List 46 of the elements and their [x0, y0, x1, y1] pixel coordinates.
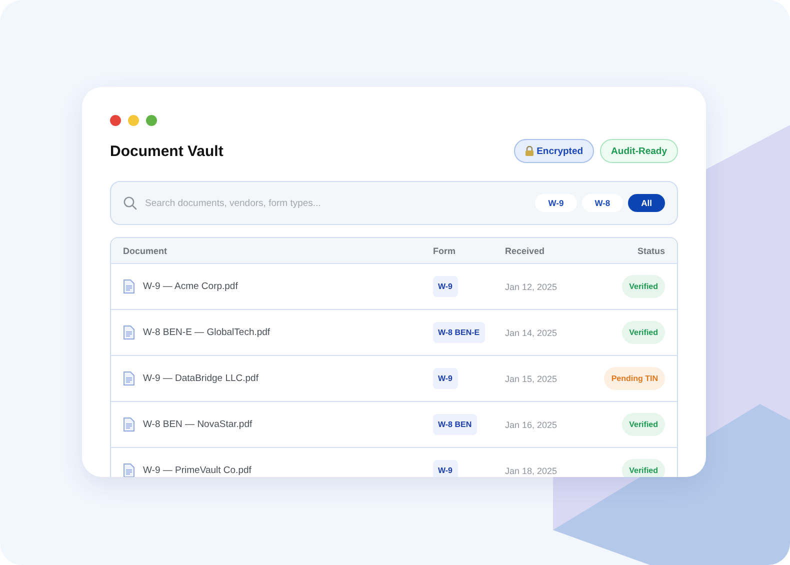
- status-pill: Verified: [622, 321, 665, 344]
- lock-icon: [524, 146, 534, 156]
- status-badge: Encrypted: [514, 139, 594, 163]
- document-name: W-9 — Acme Corp.pdf: [143, 281, 238, 292]
- document-icon: [123, 417, 135, 432]
- filter-chip[interactable]: W-8: [582, 194, 624, 212]
- form-tag: W-9: [433, 368, 458, 389]
- minimize-dot[interactable]: [128, 115, 139, 126]
- column-header: Document: [123, 246, 168, 256]
- received-date: Jan 14, 2025: [505, 328, 558, 338]
- document-icon: [123, 325, 135, 340]
- document-icon: [123, 279, 135, 294]
- status-pill: Verified: [622, 275, 665, 298]
- column-header: Received: [505, 246, 546, 256]
- document-name: W-8 BEN — NovaStar.pdf: [143, 419, 252, 430]
- form-tag: W-9: [433, 460, 458, 477]
- received-date: Jan 12, 2025: [505, 282, 558, 292]
- status-badge: Audit-Ready: [600, 139, 678, 163]
- form-tag: W-9: [433, 276, 458, 297]
- status-pill: Verified: [622, 413, 665, 436]
- form-tag: W-8 BEN-E: [433, 322, 485, 343]
- table-row[interactable]: W-9 — DataBridge LLC.pdf W-9 Jan 15, 2025 Pending TIN: [111, 355, 677, 401]
- close-dot[interactable]: [110, 115, 121, 126]
- document-icon: [123, 463, 135, 477]
- filter-chip[interactable]: All: [628, 194, 665, 212]
- column-header: Form: [433, 246, 456, 256]
- status-pill: Verified: [622, 459, 665, 477]
- search-field[interactable]: Search documents, vendors, form types... W-9 W-8 All: [110, 181, 678, 225]
- form-tag: W-8 BEN: [433, 414, 477, 435]
- received-date: Jan 16, 2025: [505, 420, 558, 430]
- table-row[interactable]: W-8 BEN-E — GlobalTech.pdf W-8 BEN-E Jan 14, 2025 Verified: [111, 309, 677, 355]
- column-header: Status: [636, 246, 665, 256]
- received-date: Jan 15, 2025: [505, 374, 558, 384]
- table-row[interactable]: W-8 BEN — NovaStar.pdf W-8 BEN Jan 16, 2025 Verified: [111, 401, 677, 447]
- received-date: Jan 18, 2025: [505, 466, 558, 476]
- search-icon: [123, 196, 137, 210]
- table-row[interactable]: W-9 — Acme Corp.pdf W-9 Jan 12, 2025 Verified: [111, 263, 677, 309]
- document-name: W-8 BEN-E — GlobalTech.pdf: [143, 327, 270, 338]
- document-name: W-9 — DataBridge LLC.pdf: [143, 373, 258, 384]
- document-name: W-9 — PrimeVault Co.pdf: [143, 465, 252, 476]
- window-title: Document Vault: [110, 142, 224, 160]
- document-icon: [123, 371, 135, 386]
- table-row[interactable]: W-9 — PrimeVault Co.pdf W-9 Jan 18, 2025 Verified: [111, 447, 677, 477]
- filter-chip[interactable]: W-9: [535, 194, 577, 212]
- status-pill: Pending TIN: [604, 367, 665, 390]
- zoom-dot[interactable]: [146, 115, 157, 126]
